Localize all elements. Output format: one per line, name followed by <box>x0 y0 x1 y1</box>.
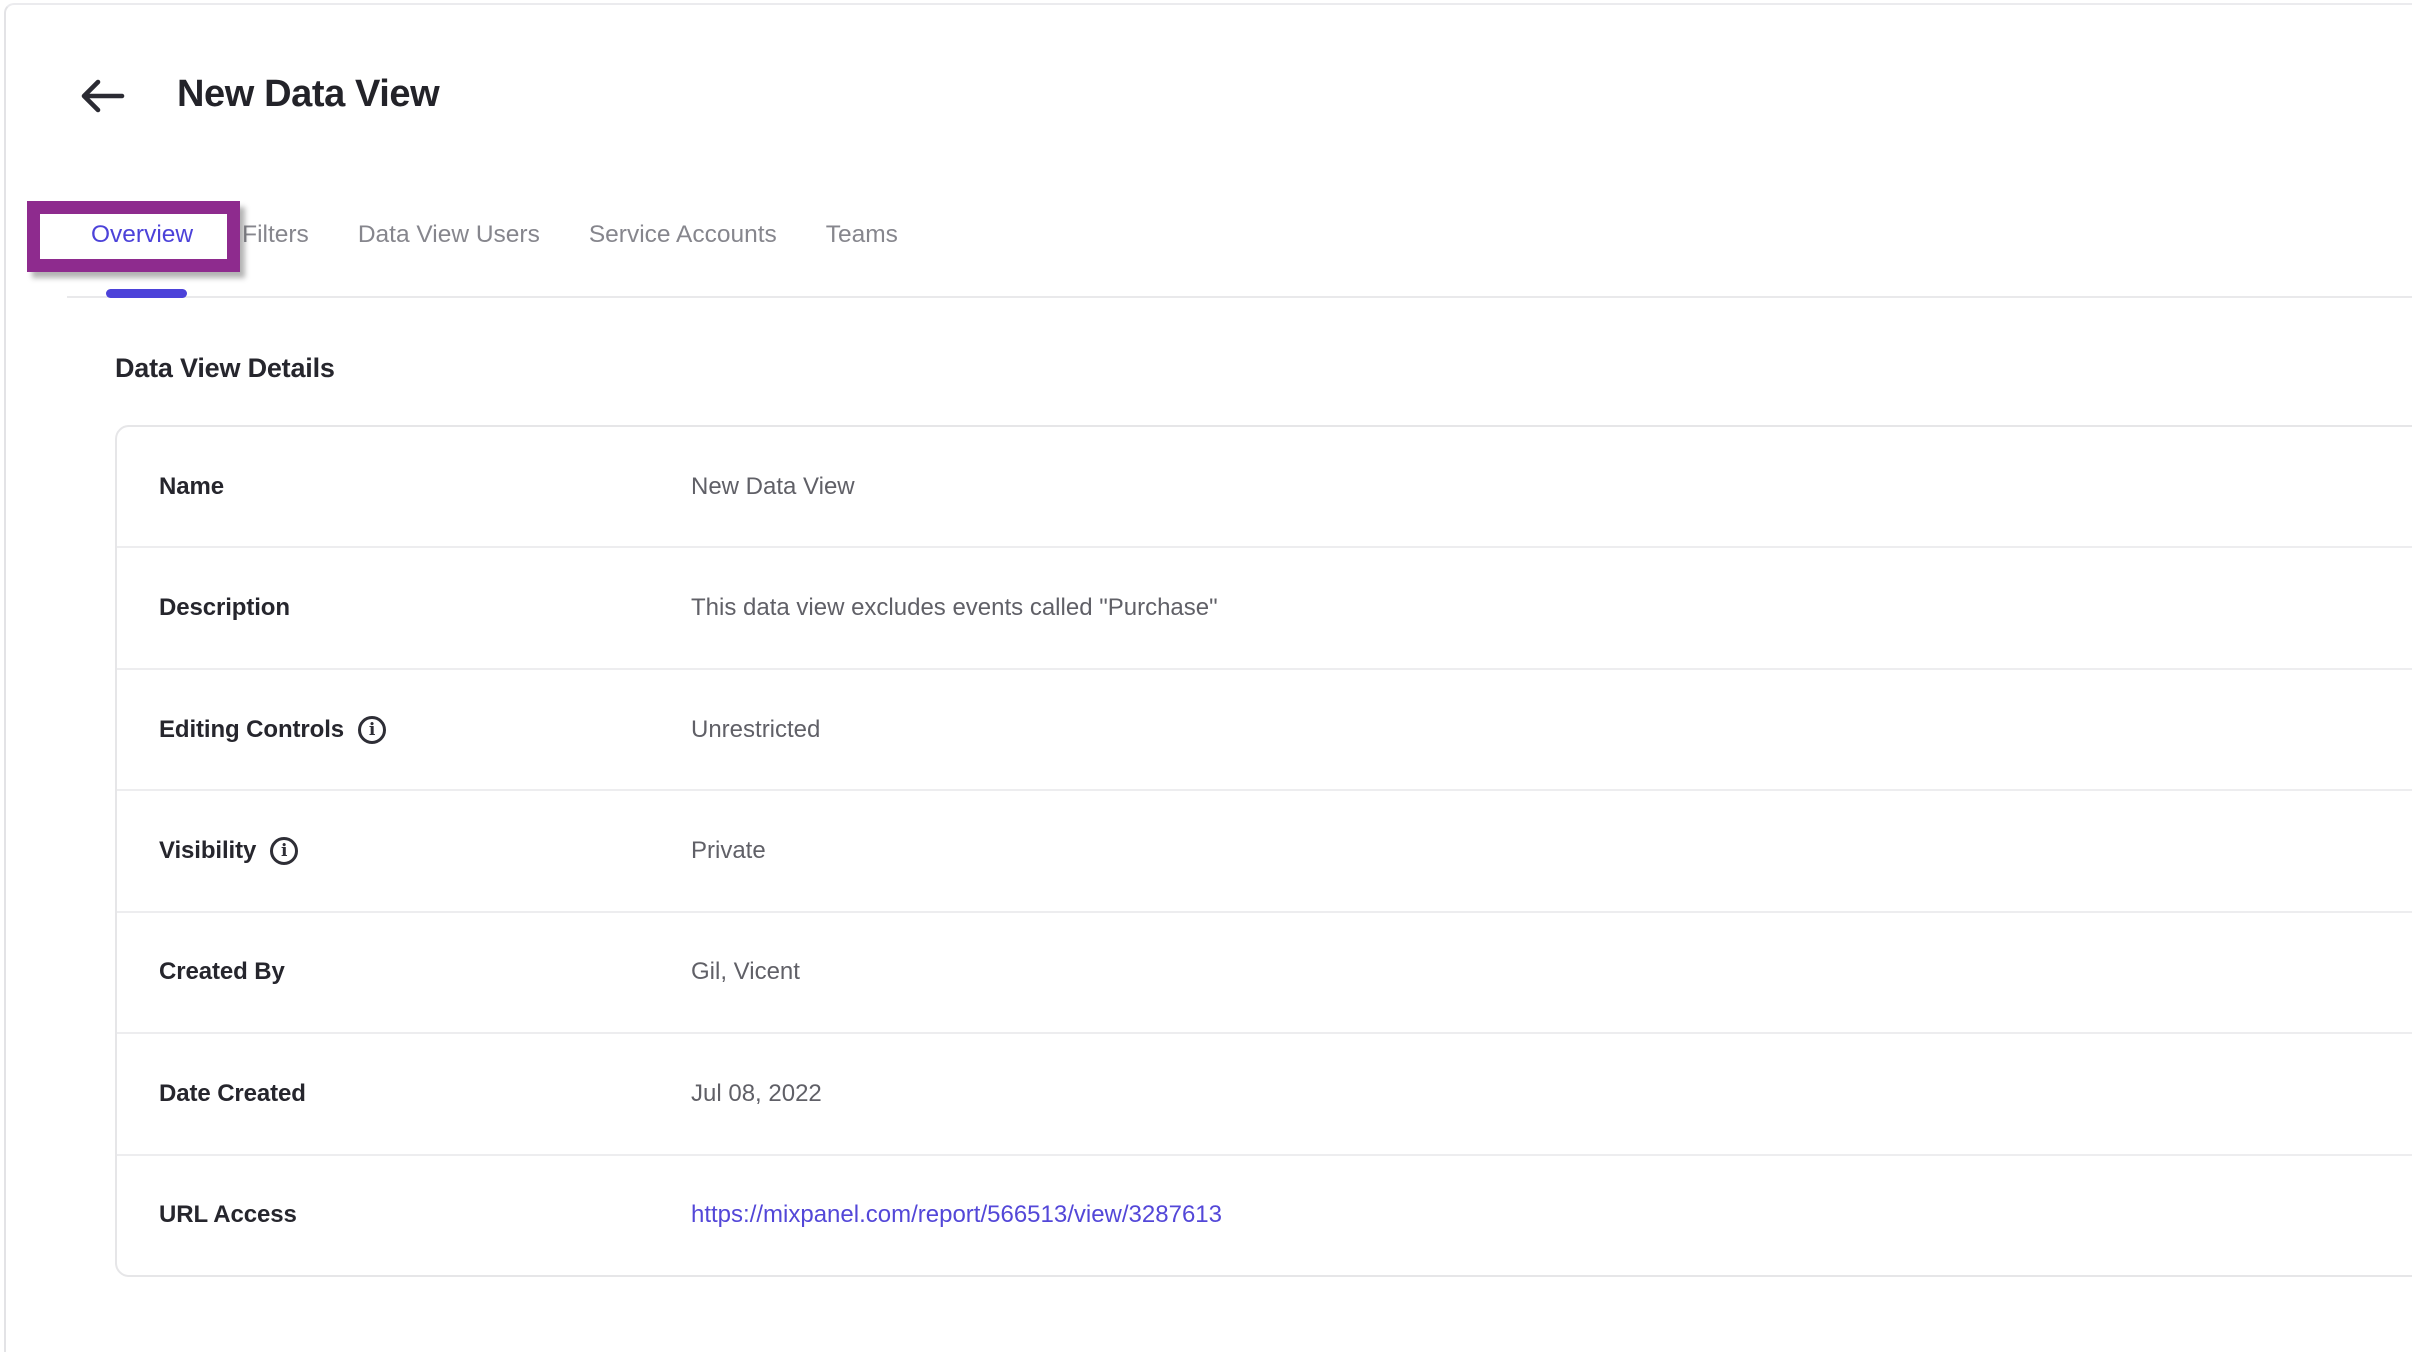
detail-row-created-by: Created By Gil, Vicent <box>117 913 2412 1034</box>
tab-filters[interactable]: Filters <box>242 218 309 252</box>
row-label-cell: Visibility i <box>159 837 691 865</box>
row-value: This data view excludes events called "P… <box>691 594 1218 622</box>
row-label-cell: Name <box>159 473 691 501</box>
row-value: New Data View <box>691 473 855 501</box>
row-label-cell: URL Access <box>159 1201 691 1229</box>
detail-row-url-access: URL Access https://mixpanel.com/report/5… <box>117 1156 2412 1275</box>
row-label: Name <box>159 473 224 501</box>
detail-row-date-created: Date Created Jul 08, 2022 <box>117 1034 2412 1155</box>
row-label: URL Access <box>159 1201 297 1229</box>
section-heading: Data View Details <box>115 350 335 386</box>
detail-row-description: Description This data view excludes even… <box>117 548 2412 669</box>
detail-row-editing-controls: Editing Controls i Unrestricted <box>117 670 2412 791</box>
tab-service-accounts[interactable]: Service Accounts <box>589 218 777 252</box>
tab-data-view-users[interactable]: Data View Users <box>358 218 540 252</box>
url-access-link[interactable]: https://mixpanel.com/report/566513/view/… <box>691 1201 1222 1229</box>
row-label: Visibility <box>159 837 256 865</box>
tab-teams[interactable]: Teams <box>826 218 898 252</box>
data-view-details-card: Name New Data View Description This data… <box>115 425 2412 1277</box>
row-label: Created By <box>159 958 285 986</box>
info-icon[interactable]: i <box>358 716 386 744</box>
back-button[interactable] <box>78 76 126 118</box>
row-value: Jul 08, 2022 <box>691 1080 822 1108</box>
tab-bar: Overview Filters Data View Users Service… <box>91 218 898 252</box>
row-label: Date Created <box>159 1080 306 1108</box>
tab-overview[interactable]: Overview <box>91 218 193 252</box>
page-title: New Data View <box>177 70 439 118</box>
row-value: Unrestricted <box>691 716 820 744</box>
row-value: Private <box>691 837 766 865</box>
settings-page: New Data View Overview Filters Data View… <box>0 0 2412 1352</box>
row-label-cell: Date Created <box>159 1080 691 1108</box>
detail-row-visibility: Visibility i Private <box>117 791 2412 912</box>
row-label-cell: Editing Controls i <box>159 716 691 744</box>
info-icon[interactable]: i <box>270 837 298 865</box>
detail-row-name: Name New Data View <box>117 427 2412 548</box>
row-label: Description <box>159 594 290 622</box>
back-arrow-icon <box>79 77 125 118</box>
tab-bar-divider <box>67 296 2412 298</box>
row-label-cell: Created By <box>159 958 691 986</box>
row-value: Gil, Vicent <box>691 958 800 986</box>
row-label-cell: Description <box>159 594 691 622</box>
active-tab-indicator <box>106 289 187 298</box>
row-label: Editing Controls <box>159 716 344 744</box>
